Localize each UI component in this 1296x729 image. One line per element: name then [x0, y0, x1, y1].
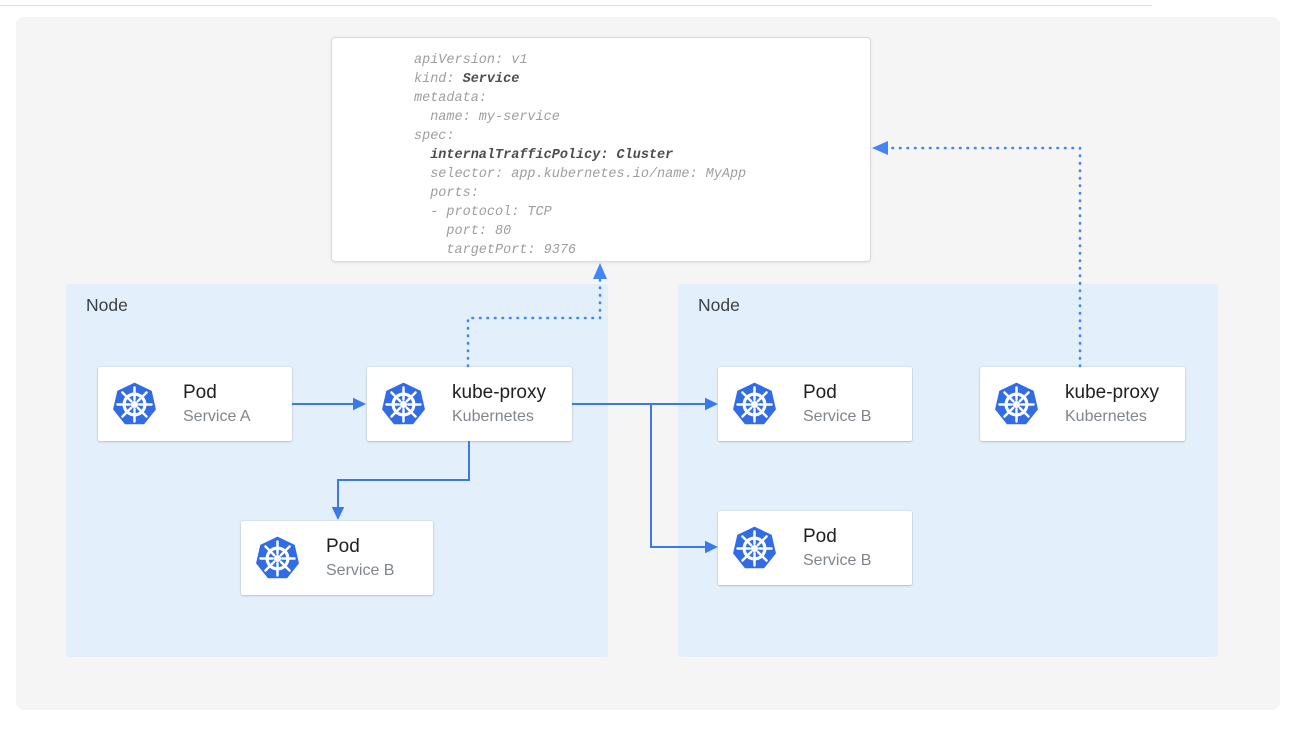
diagram-page: Node Node apiVersion: v1 kind: Service m…	[0, 0, 1296, 729]
card-text: Pod Service B	[326, 535, 394, 581]
card-text: kube-proxy Kubernetes	[452, 381, 546, 427]
service-yaml-card: apiVersion: v1 kind: Service metadata: n…	[331, 37, 871, 262]
node-label: Node	[698, 295, 740, 316]
card-subtitle: Service A	[183, 406, 251, 427]
yaml-line: port: 80	[414, 222, 746, 241]
card-subtitle: Kubernetes	[452, 406, 546, 427]
kubernetes-icon	[731, 381, 778, 428]
kubernetes-icon	[380, 381, 427, 428]
card-title: Pod	[326, 535, 394, 559]
node-box-left: Node	[66, 284, 608, 657]
top-divider	[0, 5, 1152, 6]
kube-proxy-card-right: kube-proxy Kubernetes	[980, 367, 1185, 441]
card-text: Pod Service A	[183, 381, 251, 427]
card-title: Pod	[803, 525, 871, 549]
yaml-line: kind: Service	[414, 70, 746, 89]
node-box-right: Node	[678, 284, 1218, 657]
yaml-line: internalTrafficPolicy: Cluster	[414, 146, 746, 165]
card-title: kube-proxy	[452, 381, 546, 405]
card-subtitle: Service B	[326, 560, 394, 581]
yaml-line: metadata:	[414, 89, 746, 108]
card-title: Pod	[183, 381, 251, 405]
card-text: kube-proxy Kubernetes	[1065, 381, 1159, 427]
kubernetes-icon	[731, 525, 778, 572]
kubernetes-icon	[993, 381, 1040, 428]
kubernetes-icon	[111, 381, 158, 428]
yaml-line: spec:	[414, 127, 746, 146]
card-title: kube-proxy	[1065, 381, 1159, 405]
pod-card-service-b-left: Pod Service B	[241, 521, 433, 595]
card-subtitle: Kubernetes	[1065, 406, 1159, 427]
yaml-line: name: my-service	[414, 108, 746, 127]
yaml-line: ports:	[414, 184, 746, 203]
service-yaml-code: apiVersion: v1 kind: Service metadata: n…	[414, 51, 746, 260]
card-text: Pod Service B	[803, 525, 871, 571]
node-label: Node	[86, 295, 128, 316]
pod-card-service-b-right-bottom: Pod Service B	[718, 511, 912, 585]
yaml-line: selector: app.kubernetes.io/name: MyApp	[414, 165, 746, 184]
kube-proxy-card-left: kube-proxy Kubernetes	[367, 367, 572, 441]
kubernetes-icon	[254, 535, 301, 582]
pod-card-service-b-right-top: Pod Service B	[718, 367, 912, 441]
card-subtitle: Service B	[803, 550, 871, 571]
card-subtitle: Service B	[803, 406, 871, 427]
pod-card-service-a: Pod Service A	[98, 367, 292, 441]
card-title: Pod	[803, 381, 871, 405]
card-text: Pod Service B	[803, 381, 871, 427]
yaml-line: - protocol: TCP	[414, 203, 746, 222]
yaml-line: targetPort: 9376	[414, 241, 746, 260]
yaml-line: apiVersion: v1	[414, 51, 746, 70]
